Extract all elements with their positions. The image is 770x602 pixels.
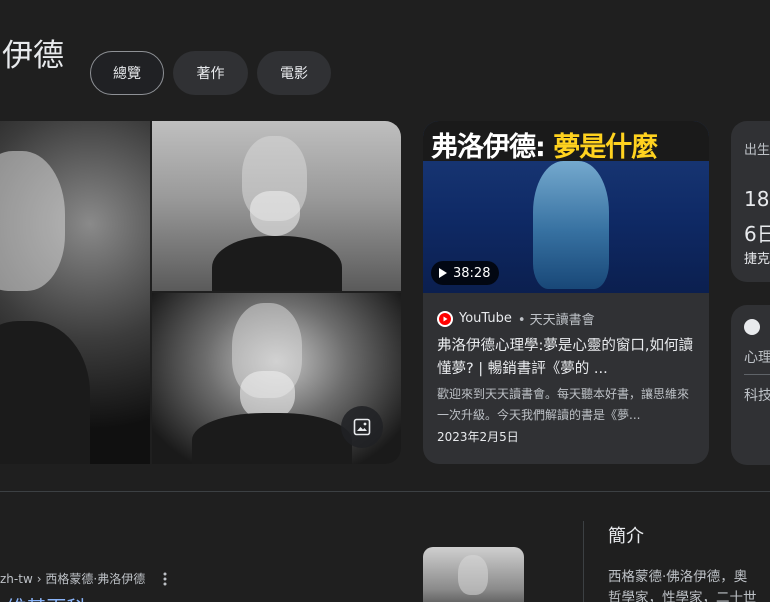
image-portrait-large[interactable]	[0, 121, 150, 464]
source-logo-icon	[744, 319, 760, 335]
birth-info-card[interactable]: 出生 18 6日 捷克	[731, 121, 770, 282]
section-divider	[0, 491, 770, 492]
youtube-icon	[437, 310, 453, 327]
thumbnail-sculpture	[533, 161, 609, 289]
profession-info-card[interactable]: 心理 科技	[731, 305, 770, 465]
chip-overview[interactable]: 總覽	[90, 51, 164, 95]
image-icon	[353, 418, 371, 436]
birth-day: 6日	[744, 222, 770, 246]
card-divider	[744, 374, 770, 375]
intro-text: 西格蒙德·佛洛伊德，奧 哲學家，性學家，二十世	[608, 569, 757, 602]
source-name: YouTube	[459, 311, 512, 326]
profession-line1: 心理	[744, 350, 770, 366]
video-title[interactable]: 弗洛伊德心理學:夢是心靈的窗口,如何讀懂夢? | 暢銷書評《夢的 ...	[437, 335, 699, 381]
page-title: 伊德	[2, 38, 64, 74]
profession-line2: 科技	[744, 388, 770, 404]
chip-films[interactable]: 電影	[257, 51, 331, 95]
more-options-icon[interactable]	[159, 572, 171, 586]
birth-year: 18	[744, 187, 770, 211]
video-thumbnail[interactable]: 弗洛伊德: 夢是什麼 38:28	[423, 121, 709, 293]
result-thumbnail[interactable]	[423, 547, 524, 602]
thumbnail-title: 弗洛伊德: 夢是什麼	[431, 132, 658, 163]
video-date: 2023年2月5日	[437, 430, 519, 444]
chip-works[interactable]: 著作	[173, 51, 248, 95]
birth-place: 捷克	[744, 252, 770, 267]
breadcrumb-path: › 西格蒙德·弗洛伊德	[36, 572, 146, 586]
result-title-link[interactable]: ·维基百科	[0, 592, 86, 602]
intro-heading: 簡介	[608, 526, 644, 547]
image-portrait-top[interactable]	[152, 121, 401, 291]
channel-name: • 天天讀書會	[517, 313, 595, 328]
column-divider	[583, 521, 584, 602]
play-icon	[439, 268, 447, 278]
video-description: 歡迎來到天天讀書會。每天聽本好書，讓思維來一次升級。今天我們解讀的書是《夢...	[437, 387, 690, 422]
breadcrumb-site: zh-tw	[0, 571, 33, 586]
video-source: YouTube • 天天讀書會	[437, 309, 595, 328]
video-duration: 38:28	[431, 261, 500, 285]
breadcrumb[interactable]: zh-tw › 西格蒙德·弗洛伊德	[0, 570, 171, 587]
image-search-button[interactable]	[341, 406, 383, 448]
birth-label: 出生	[744, 143, 770, 158]
video-card[interactable]: 弗洛伊德: 夢是什麼 38:28 YouTube • 天天讀書會 弗洛伊德心理學…	[423, 121, 709, 464]
